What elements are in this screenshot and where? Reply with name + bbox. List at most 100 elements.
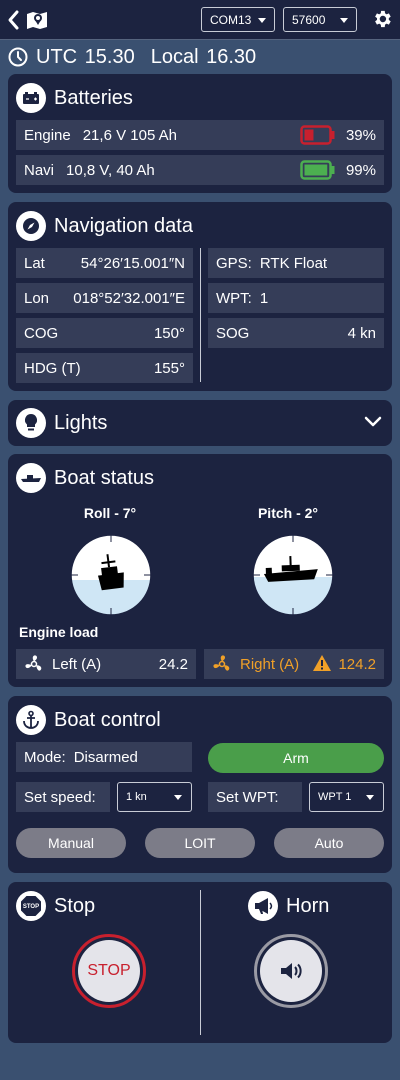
lon-row: Lon 018°52′32.001″E	[16, 283, 193, 313]
pitch-gauge	[252, 534, 334, 616]
roll-gauge	[70, 534, 152, 616]
battery-tip	[331, 131, 335, 139]
map-pin-icon[interactable]	[26, 9, 48, 31]
boat-control-card: Boat control Mode: Disarmed Arm Set spee…	[8, 696, 392, 873]
horn-title: Horn	[286, 894, 330, 917]
battery-info: 21,6 V 105 Ah	[82, 126, 177, 144]
lon-value: 018°52′32.001″E	[73, 289, 185, 307]
wpt-value: 1	[259, 289, 269, 307]
hdg-row: HDG (T) 155°	[16, 353, 193, 383]
clock-icon	[8, 47, 28, 67]
baud-select-value: 57600	[292, 12, 326, 27]
battery-tip	[331, 166, 335, 174]
battery-icon	[16, 83, 46, 113]
chevron-left-icon[interactable]	[6, 9, 22, 31]
divider	[200, 248, 201, 382]
battery-level-icon	[300, 160, 335, 180]
chevron-down-icon	[366, 795, 374, 800]
engine-right-row: Right (A) 124.2	[204, 649, 384, 679]
lon-label: Lon	[24, 289, 50, 307]
battery-info: 10,8 V, 40 Ah	[66, 161, 155, 179]
local-time: Local 16.30	[150, 45, 257, 68]
battery-percent: 99%	[345, 161, 376, 179]
battery-fill	[304, 129, 314, 141]
speed-label-row: Set speed:	[16, 782, 110, 812]
engine-left-row: Left (A) 24.2	[16, 649, 196, 679]
anchor-icon	[16, 705, 46, 735]
chevron-down-icon	[340, 18, 348, 23]
battery-row-engine: Engine 21,6 V 105 Ah 39%	[16, 120, 384, 150]
boat-icon	[16, 463, 46, 493]
battery-name: Engine	[24, 126, 71, 144]
lat-value: 54°26′15.001″N	[80, 254, 185, 272]
batteries-title: Batteries	[54, 86, 133, 109]
hdg-value: 155°	[153, 359, 185, 377]
port-select-value: COM13	[210, 12, 252, 27]
stop-title: Stop	[54, 894, 96, 917]
roll-label: Roll - 7°	[83, 505, 137, 521]
top-bar: COM13 57600	[0, 0, 400, 40]
batteries-card: Batteries Engine 21,6 V 105 Ah 39% Navi …	[8, 74, 392, 193]
megaphone-icon	[248, 891, 278, 921]
fan-icon	[213, 655, 230, 671]
mode-row: Mode: Disarmed	[16, 742, 192, 772]
battery-level-icon	[300, 125, 335, 145]
engine-right-label: Right (A)	[240, 655, 300, 673]
port-select[interactable]: COM13	[201, 7, 275, 32]
chevron-down-icon	[258, 18, 266, 23]
speaker-icon	[281, 963, 302, 979]
mode-button-auto[interactable]: Auto	[274, 828, 384, 858]
lat-label: Lat	[24, 254, 45, 272]
mode-button-loit[interactable]: LOIT	[145, 828, 255, 858]
gps-value: RTK Float	[259, 254, 328, 272]
wpt-select-value: WPT 1	[318, 791, 352, 803]
boat-status-title: Boat status	[54, 466, 155, 489]
boat-control-title: Boat control	[54, 708, 161, 731]
wpt-label-row: Set WPT:	[208, 782, 302, 812]
warning-icon	[313, 655, 331, 671]
mode-button-manual[interactable]: Manual	[16, 828, 126, 858]
fan-icon	[25, 655, 42, 671]
battery-row-navi: Navi 10,8 V, 40 Ah 99%	[16, 155, 384, 185]
boat-status-card: Boat status Roll - 7° Pitch - 2° Engine …	[8, 454, 392, 687]
stop-button[interactable]: STOP	[72, 934, 146, 1008]
wpt-select[interactable]: WPT 1	[309, 782, 384, 812]
stop-sign-text: STOP	[23, 904, 39, 910]
hdg-label: HDG (T)	[24, 359, 81, 377]
stop-sign-icon: STOP	[16, 891, 46, 921]
cog-label: COG	[24, 324, 59, 342]
wpt-row: WPT: 1	[208, 283, 384, 313]
pitch-label: Pitch - 2°	[257, 505, 319, 521]
chevron-down-icon	[174, 795, 182, 800]
mode-label: Mode:	[24, 748, 66, 766]
compass-icon	[16, 211, 46, 241]
battery-percent: 39%	[345, 126, 376, 144]
sog-label: SOG	[216, 324, 250, 342]
wpt-label: WPT:	[216, 289, 252, 307]
set-wpt-label: Set WPT:	[216, 788, 279, 806]
lights-title: Lights	[54, 411, 108, 434]
time-row: UTC 15.30 Local 16.30	[8, 44, 272, 70]
lights-card[interactable]: Lights	[8, 400, 392, 446]
engine-load-label: Engine load	[19, 624, 99, 640]
stop-horn-card: STOP Stop Horn STOP	[8, 882, 392, 1043]
horn-button[interactable]	[254, 934, 328, 1008]
gear-icon[interactable]	[371, 8, 393, 30]
sog-value: 4 kn	[347, 324, 376, 342]
horn-button-inner	[260, 940, 322, 1002]
arm-button[interactable]: Arm	[208, 743, 384, 773]
battery-fill	[304, 164, 328, 176]
mode-value: Disarmed	[73, 748, 138, 766]
speed-select-value: 1 kn	[126, 791, 147, 803]
lightbulb-icon	[16, 408, 46, 438]
battery-name: Navi	[24, 161, 55, 179]
baud-select[interactable]: 57600	[283, 7, 357, 32]
speed-select[interactable]: 1 kn	[117, 782, 192, 812]
cog-value: 150°	[153, 324, 185, 342]
stop-button-label: STOP	[78, 940, 140, 1002]
navigation-card: Navigation data Lat 54°26′15.001″N Lon 0…	[8, 202, 392, 391]
chevron-down-icon[interactable]	[364, 416, 382, 428]
cog-row: COG 150°	[16, 318, 193, 348]
engine-right-value: 124.2	[338, 655, 376, 673]
speed-label: Set speed:	[24, 788, 96, 806]
